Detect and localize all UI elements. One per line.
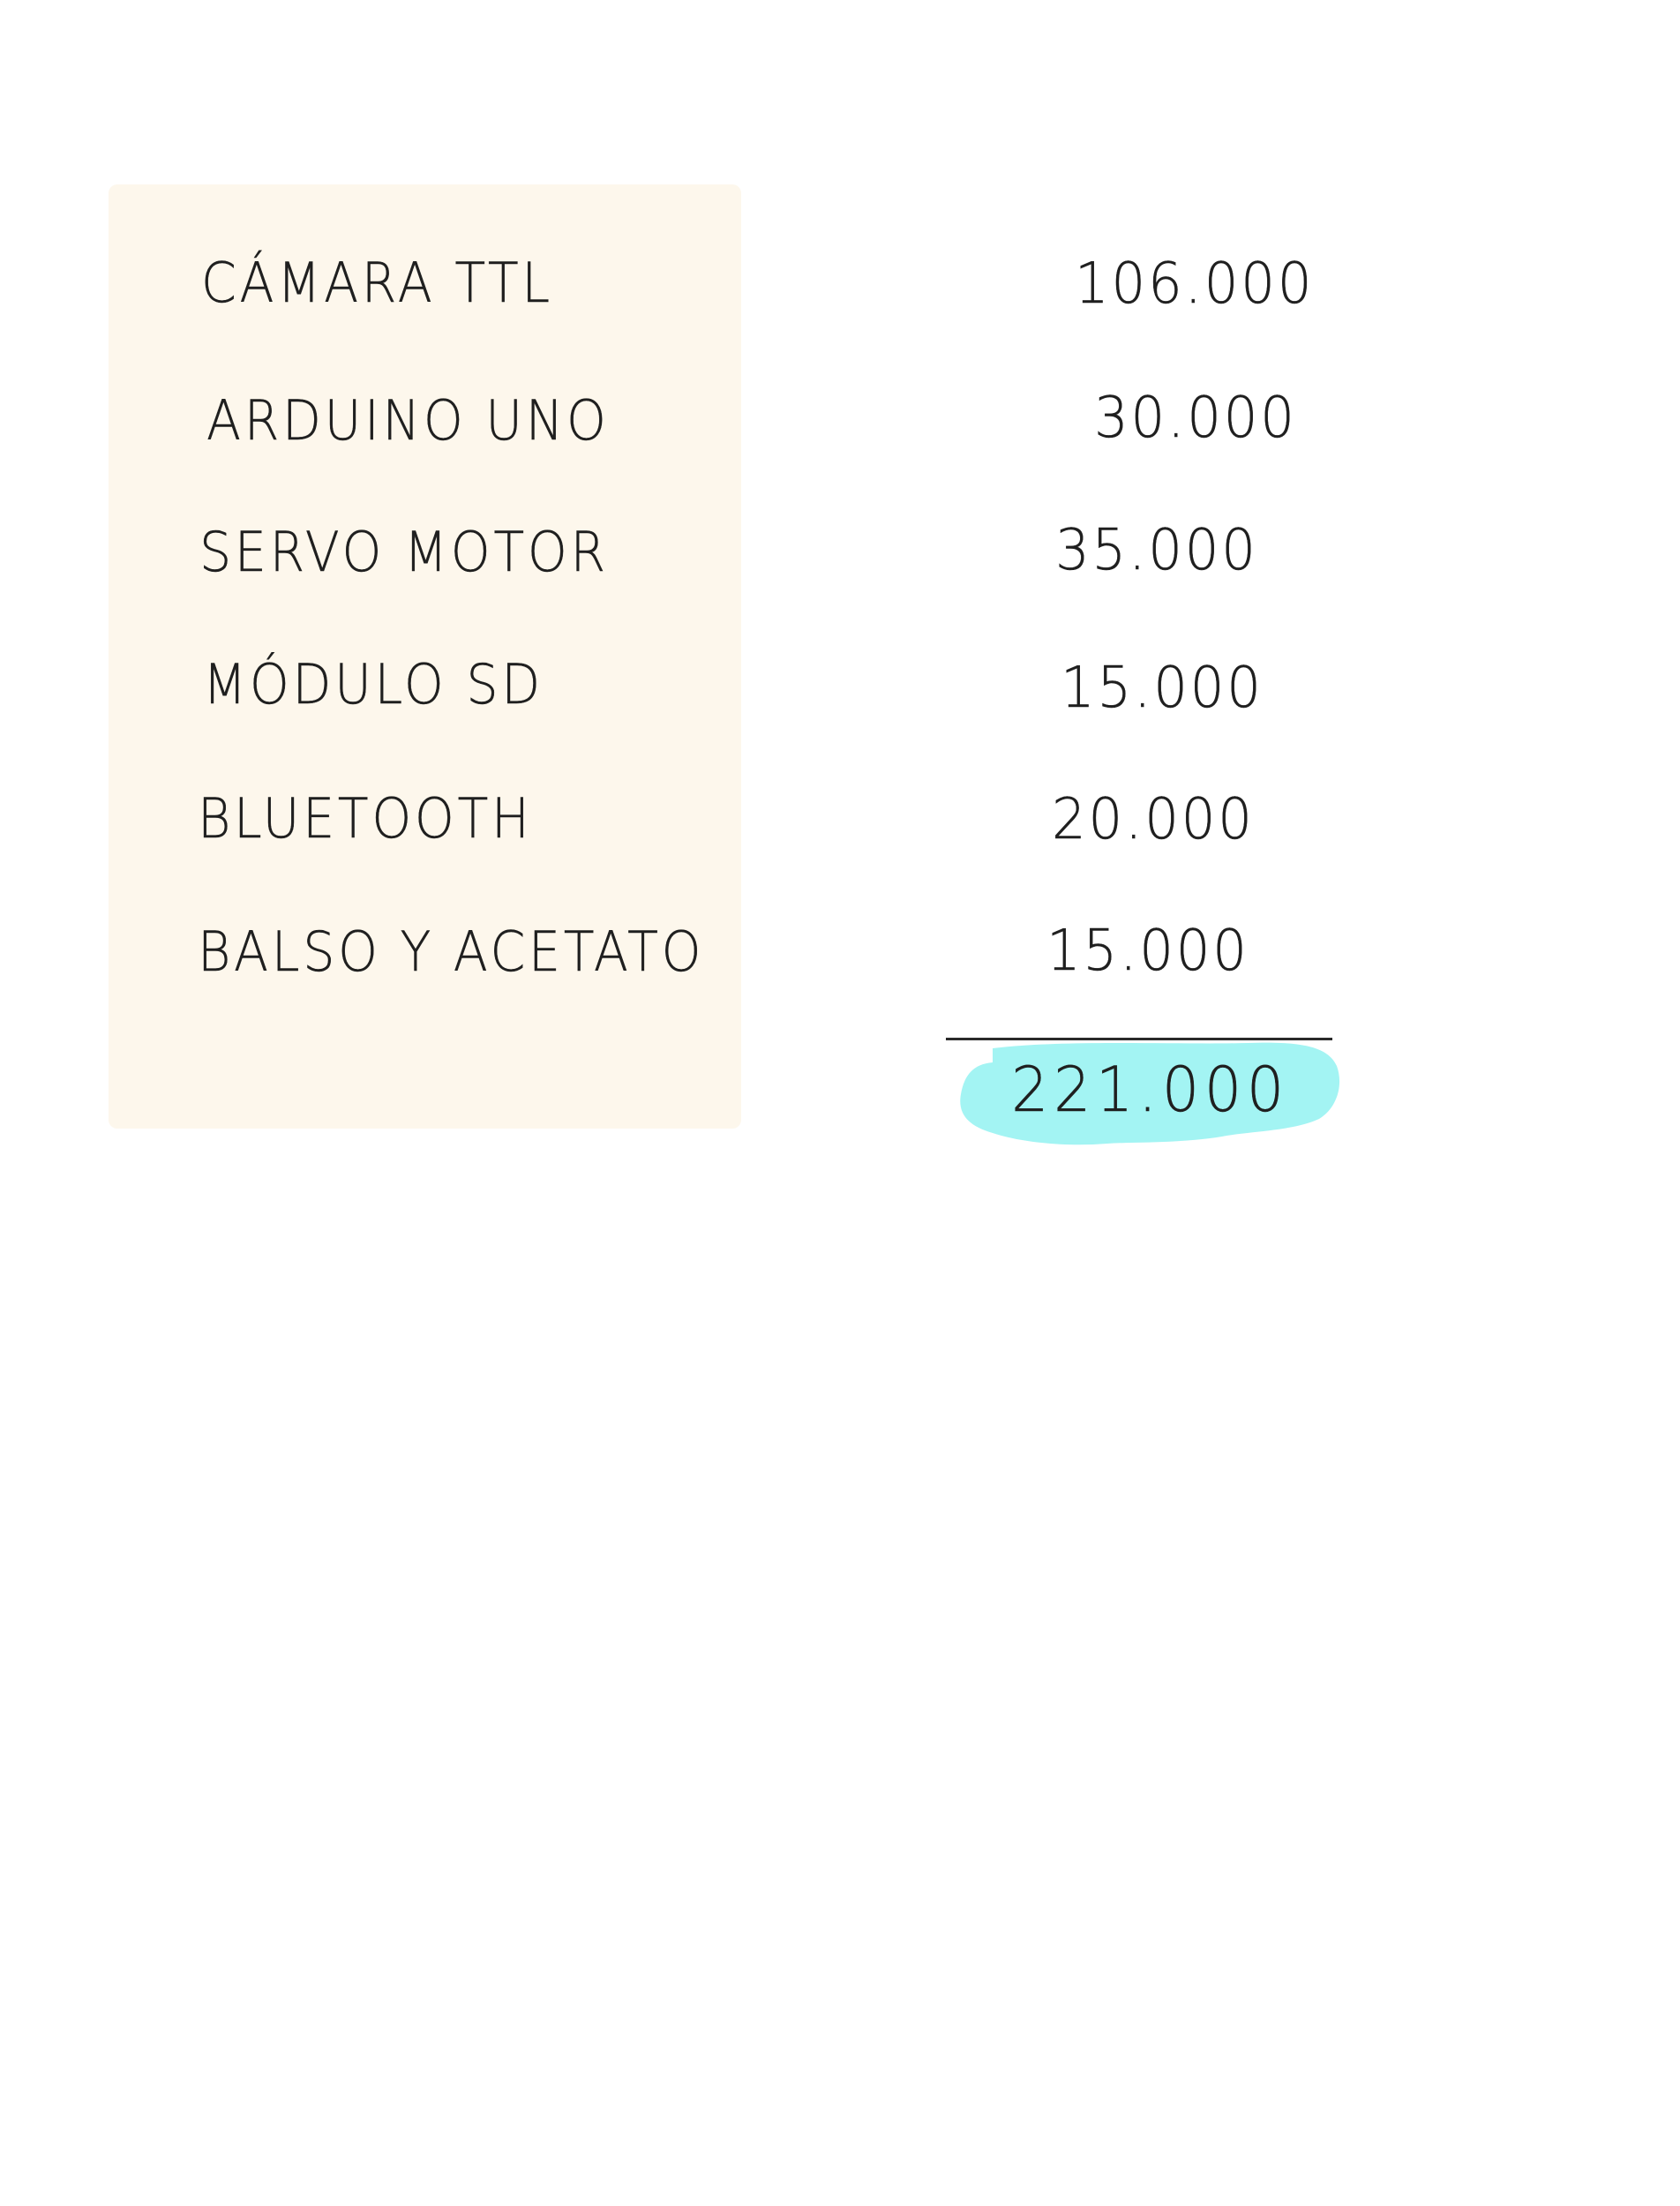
item-label-servo: SERVO MOTOR	[199, 520, 609, 584]
item-price-modulo: 15.000	[1061, 656, 1264, 721]
item-price-servo: 35.000	[1055, 518, 1258, 583]
item-label-camara: CÁMARA TTL	[201, 251, 553, 315]
item-price-camara: 106.000	[1075, 251, 1315, 317]
item-label-bluetooth: BLUETOOTH	[198, 786, 533, 851]
item-price-balso: 15.000	[1046, 919, 1249, 984]
item-label-modulo: MÓDULO SD	[203, 652, 544, 717]
item-label-balso: BALSO Y ACETATO	[198, 919, 705, 984]
item-label-arduino: ARDUINO UNO	[206, 388, 610, 453]
item-price-arduino: 30.000	[1094, 386, 1297, 451]
item-price-bluetooth: 20.000	[1052, 787, 1255, 852]
total-value: 221.000	[1011, 1054, 1289, 1126]
